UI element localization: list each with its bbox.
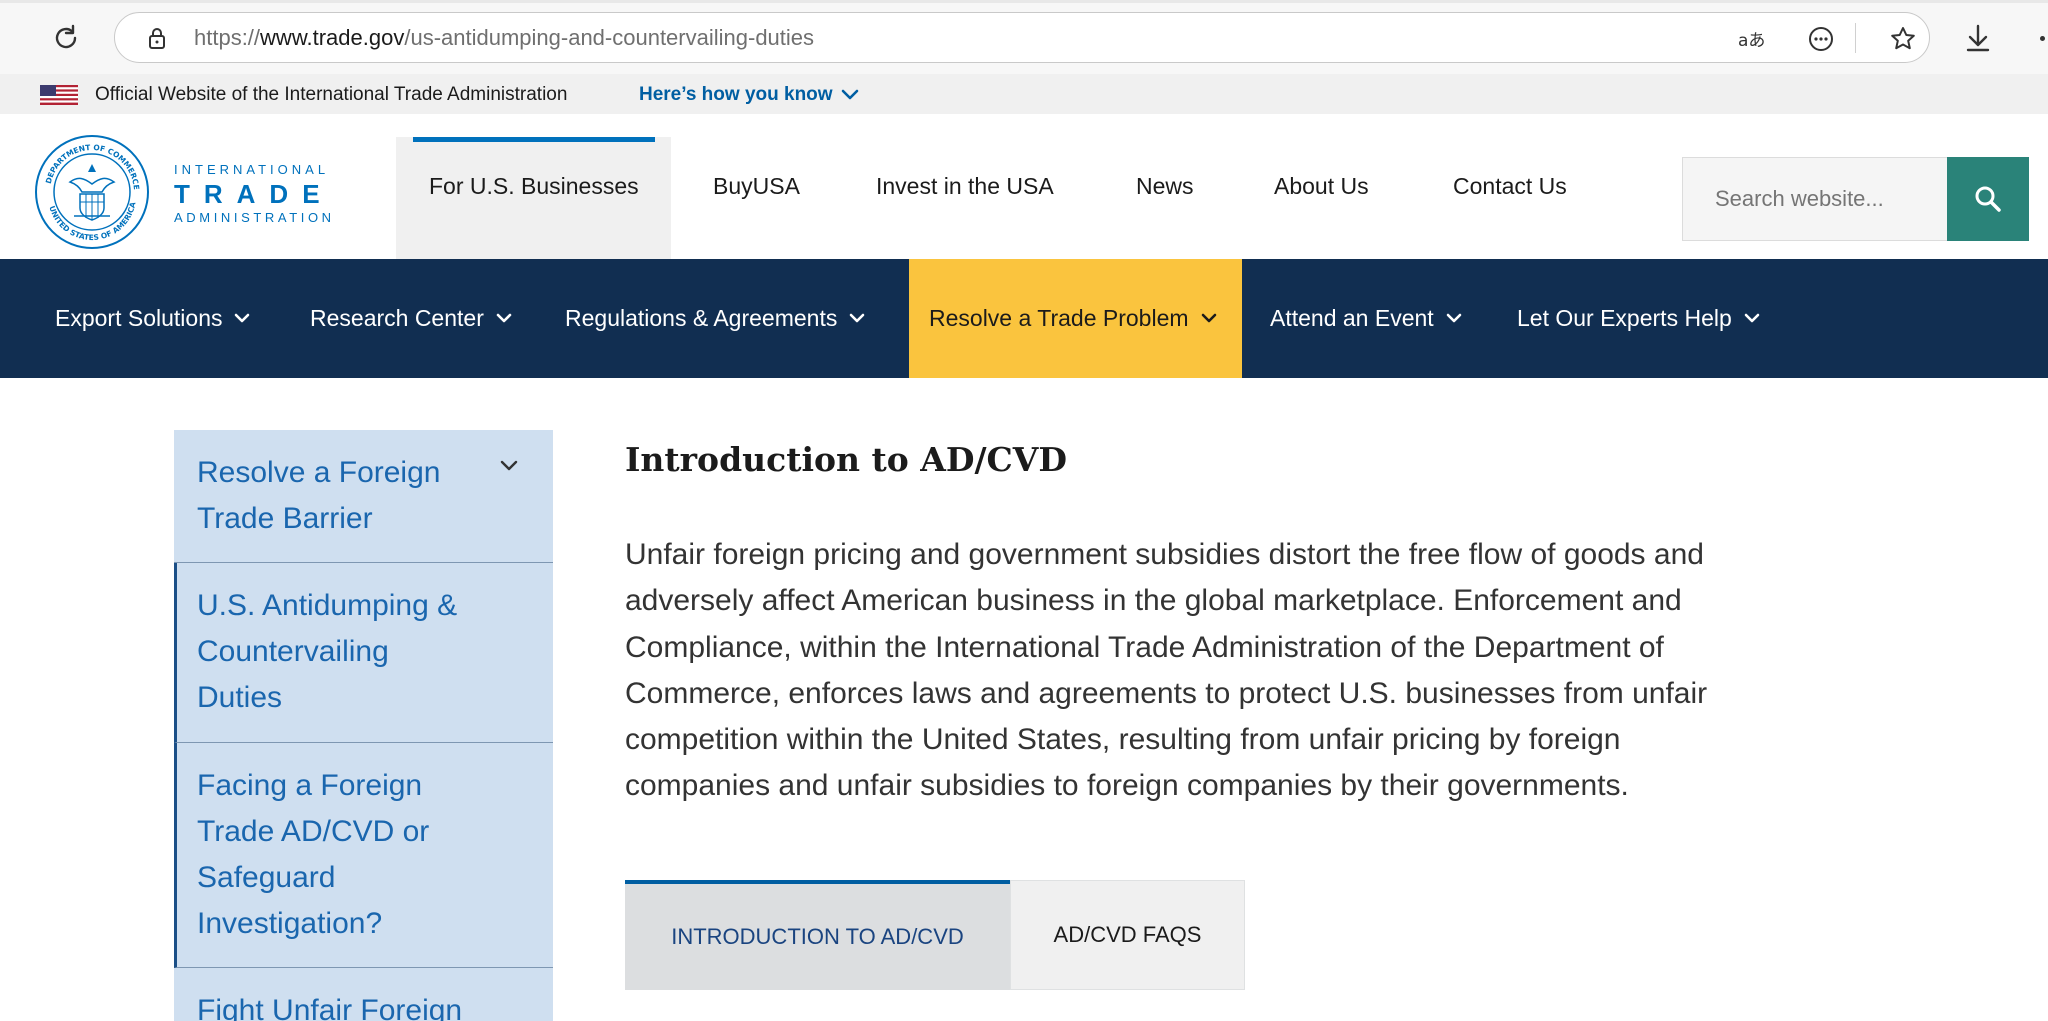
nav-contact-us[interactable]: Contact Us	[1453, 114, 1567, 259]
chevron-down-icon	[1744, 313, 1760, 323]
section-sidebar-nav: Resolve a Foreign Trade Barrier U.S. Ant…	[174, 430, 553, 1021]
intro-paragraph: Unfair foreign pricing and government su…	[625, 532, 1825, 810]
paragraph-line: Unfair foreign pricing and government su…	[625, 538, 1704, 571]
browser-toolbar: https://www.trade.gov/us-antidumping-and…	[0, 0, 2048, 74]
mega-nav-export-solutions[interactable]: Export Solutions	[55, 259, 250, 378]
main-mega-nav: Export Solutions Research Center Regulat…	[0, 259, 2048, 378]
paragraph-line: Commerce, enforces laws and agreements t…	[625, 676, 1708, 710]
chevron-down-icon	[1201, 313, 1216, 323]
page-title: Introduction to AD/CVD	[625, 440, 1068, 479]
url-path: /us-antidumping-and-countervailing-dutie…	[404, 25, 815, 50]
chevron-down-icon	[235, 313, 250, 323]
official-website-text: Official Website of the International Tr…	[95, 84, 568, 105]
mega-nav-regulations-agreements[interactable]: Regulations & Agreements	[565, 259, 865, 378]
heres-how-you-know-label: Here’s how you know	[639, 84, 833, 105]
department-of-commerce-seal-logo[interactable]: DEPARTMENT OF COMMERCE UNITED STATES OF …	[34, 134, 150, 250]
sidebar-label-line: Investigation?	[197, 907, 383, 940]
us-flag-icon	[40, 85, 78, 105]
search-button[interactable]	[1947, 157, 2029, 241]
mega-nav-label: Attend an Event	[1270, 305, 1434, 331]
sidebar-item-resolve-foreign-trade-barrier[interactable]: Resolve a Foreign Trade Barrier	[174, 430, 553, 563]
sidebar-item-us-antidumping-countervailing-duties[interactable]: U.S. Antidumping & Countervailing Duties	[174, 563, 553, 743]
chevron-down-icon	[850, 313, 865, 323]
sidebar-item-facing-foreign-trade-investigation[interactable]: Facing a Foreign Trade AD/CVD or Safegua…	[174, 743, 553, 968]
sidebar-label-line: Trade Barrier	[197, 502, 373, 535]
download-icon[interactable]	[1963, 22, 1993, 54]
search-input[interactable]	[1682, 157, 1948, 241]
more-tools-icon[interactable]	[1807, 25, 1835, 53]
nav-invest-in-the-usa[interactable]: Invest in the USA	[876, 114, 1054, 259]
sidebar-item-fight-unfair-foreign[interactable]: Fight Unfair Foreign	[174, 968, 553, 1021]
sidebar-label-line: Facing a Foreign	[197, 769, 423, 802]
nav-about-us[interactable]: About Us	[1274, 114, 1369, 259]
read-aloud-icon[interactable]: aあ	[1737, 25, 1765, 53]
tab-strip-edge	[0, 0, 2048, 3]
nav-news[interactable]: News	[1136, 114, 1194, 259]
reload-icon[interactable]	[50, 22, 82, 54]
mega-nav-label: Let Our Experts Help	[1517, 305, 1732, 331]
mega-nav-label: Resolve a Trade Problem	[929, 305, 1189, 331]
url-text[interactable]: https://www.trade.gov/us-antidumping-and…	[194, 25, 814, 51]
paragraph-line: competition within the United States, re…	[625, 723, 1621, 757]
mega-nav-label: Regulations & Agreements	[565, 305, 838, 331]
sidebar-label-line: Safeguard	[197, 861, 336, 894]
settings-more-icon[interactable]	[2040, 36, 2045, 41]
tab-adcvd-faqs[interactable]: AD/CVD FAQS	[1010, 880, 1245, 990]
site-header: DEPARTMENT OF COMMERCE UNITED STATES OF …	[0, 114, 2048, 259]
paragraph-line: Compliance, within the International Tra…	[625, 630, 1664, 664]
sidebar-label-line: U.S. Antidumping &	[197, 589, 458, 622]
sidebar-item-label: Facing a Foreign Trade AD/CVD or Safegua…	[197, 763, 429, 947]
ita-logo-text[interactable]: INTERNATIONAL TRADE ADMINISTRATION	[174, 162, 335, 225]
logo-line-trade: TRADE	[174, 179, 334, 209]
heres-how-you-know-link[interactable]: Here’s how you know	[639, 84, 859, 106]
mega-nav-research-center[interactable]: Research Center	[310, 259, 512, 378]
sidebar-item-label: Fight Unfair Foreign	[197, 988, 462, 1021]
logo-line-administration: ADMINISTRATION	[174, 210, 335, 225]
mega-nav-attend-an-event[interactable]: Attend an Event	[1270, 259, 1462, 378]
toolbar-divider	[1855, 23, 1856, 53]
svg-text:aあ: aあ	[1738, 31, 1765, 51]
address-bar[interactable]: https://www.trade.gov/us-antidumping-and…	[114, 12, 1930, 63]
favorite-star-icon[interactable]	[1889, 25, 1917, 53]
nav-buyusa[interactable]: BuyUSA	[713, 114, 800, 259]
sidebar-label-line: Resolve a Foreign	[197, 456, 441, 489]
nav-for-us-businesses[interactable]: For U.S. Businesses	[429, 114, 639, 259]
official-website-banner: Official Website of the International Tr…	[0, 74, 2048, 114]
sidebar-label-line: Trade AD/CVD or	[197, 815, 430, 848]
chevron-down-icon	[496, 313, 512, 323]
mega-nav-let-our-experts-help[interactable]: Let Our Experts Help	[1517, 259, 1760, 378]
chevron-down-icon[interactable]	[497, 458, 521, 474]
search-icon	[1975, 186, 2001, 212]
logo-line-international: INTERNATIONAL	[174, 162, 330, 177]
tab-introduction-to-adcvd[interactable]: INTRODUCTION TO AD/CVD	[625, 880, 1010, 990]
sidebar-label-line: Countervailing	[197, 635, 389, 668]
paragraph-line: companies and unfair subsidies to foreig…	[625, 769, 1629, 803]
paragraph-line: adversely affect American business in th…	[625, 584, 1682, 618]
chevron-down-icon	[841, 89, 858, 100]
url-host: www.trade.gov	[260, 25, 405, 50]
mega-nav-resolve-a-trade-problem[interactable]: Resolve a Trade Problem	[909, 259, 1242, 378]
mega-nav-label: Research Center	[310, 305, 484, 331]
chevron-down-icon	[1446, 313, 1461, 323]
mega-nav-label: Export Solutions	[55, 305, 223, 331]
sidebar-label-line: Fight Unfair Foreign	[197, 994, 463, 1021]
lock-icon[interactable]	[145, 26, 169, 50]
url-prefix: https://	[194, 25, 261, 50]
sidebar-item-label: Resolve a Foreign Trade Barrier	[197, 450, 440, 542]
sidebar-item-label: U.S. Antidumping & Countervailing Duties	[197, 583, 457, 721]
sidebar-label-line: Duties	[197, 681, 283, 714]
